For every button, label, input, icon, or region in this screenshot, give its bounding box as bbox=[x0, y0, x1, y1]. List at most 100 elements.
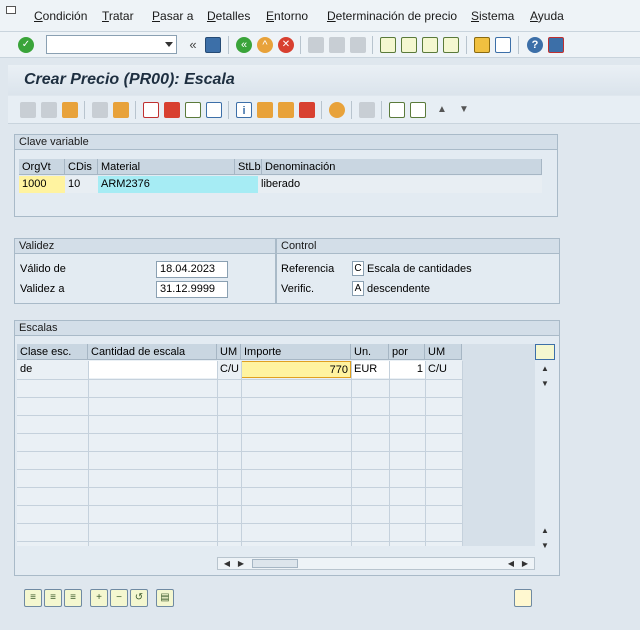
menu-detalles[interactable]: Detalles bbox=[207, 9, 250, 23]
cancel-icon[interactable]: ✕ bbox=[278, 37, 294, 53]
edit-icon[interactable] bbox=[206, 102, 222, 118]
separator bbox=[84, 101, 85, 119]
menu-determinacion-precio[interactable]: Determinación de precio bbox=[327, 9, 457, 23]
clave-variable-group: Clave variable OrgVt CDis Material StLb … bbox=[14, 134, 558, 217]
column-header-un[interactable]: Un. bbox=[351, 344, 389, 360]
menu-entorno[interactable]: Entorno bbox=[266, 9, 308, 23]
gift-icon[interactable] bbox=[164, 102, 180, 118]
customize-layout-icon[interactable] bbox=[548, 37, 564, 53]
un-cell[interactable]: EUR bbox=[351, 361, 389, 378]
deselect-all-button[interactable]: ≡ bbox=[64, 589, 82, 607]
info-icon[interactable]: i bbox=[236, 102, 252, 118]
separator bbox=[466, 36, 467, 54]
cantidad-escala-cell[interactable] bbox=[88, 361, 217, 378]
copy-icon[interactable] bbox=[92, 102, 108, 118]
um-2-cell[interactable]: C/U bbox=[425, 361, 462, 378]
scrollbar-thumb[interactable] bbox=[252, 559, 298, 568]
clipboard-icon[interactable] bbox=[359, 102, 375, 118]
first-page-icon[interactable] bbox=[380, 37, 396, 53]
print-icon[interactable] bbox=[20, 102, 36, 118]
scale-icon[interactable] bbox=[278, 102, 294, 118]
select-block-button[interactable]: ≡ bbox=[44, 589, 62, 607]
por-cell[interactable]: 1 bbox=[389, 361, 425, 378]
print-icon[interactable] bbox=[308, 37, 324, 53]
importe-cell[interactable]: 770 bbox=[241, 361, 351, 378]
referencia-field[interactable]: C bbox=[352, 261, 364, 276]
column-header-cdis[interactable]: CDis bbox=[65, 159, 98, 175]
previous-page-icon[interactable] bbox=[401, 37, 417, 53]
enter-icon[interactable]: ✓ bbox=[18, 37, 34, 53]
column-header-um[interactable]: UM bbox=[217, 344, 241, 360]
column-header-importe[interactable]: Importe bbox=[241, 344, 351, 360]
orgvt-cell[interactable]: 1000 bbox=[19, 176, 65, 193]
material-cell[interactable]: ARM2376 bbox=[98, 176, 258, 193]
scroll-up-icon[interactable]: ▲ bbox=[540, 364, 550, 374]
column-header-um-2[interactable]: UM bbox=[425, 344, 462, 360]
column-header-stlb[interactable]: StLb bbox=[235, 159, 262, 175]
delete-row-button[interactable]: − bbox=[110, 589, 128, 607]
delete-scale-icon[interactable] bbox=[299, 102, 315, 118]
menu-tratar[interactable]: Tratar bbox=[102, 9, 134, 23]
scroll-left-icon[interactable]: ◀ bbox=[222, 559, 232, 569]
scroll-down-icon[interactable]: ▼ bbox=[540, 541, 550, 551]
scroll-down-icon[interactable]: ▼ bbox=[540, 379, 550, 389]
separator bbox=[381, 101, 382, 119]
insert-row-button[interactable]: + bbox=[90, 589, 108, 607]
scroll-right-icon[interactable]: ▶ bbox=[520, 559, 530, 569]
separator bbox=[372, 36, 373, 54]
help-icon[interactable]: ? bbox=[527, 37, 543, 53]
column-header-por[interactable]: por bbox=[389, 344, 425, 360]
find-icon[interactable] bbox=[41, 102, 57, 118]
detail-button[interactable]: ▤ bbox=[156, 589, 174, 607]
cdis-cell[interactable]: 10 bbox=[65, 176, 98, 193]
new-page-button[interactable] bbox=[514, 589, 532, 607]
structure-icon[interactable] bbox=[257, 102, 273, 118]
valid-from-field[interactable]: 18.04.2023 bbox=[156, 261, 228, 278]
last-page-icon[interactable] bbox=[443, 37, 459, 53]
scroll-up-icon[interactable]: ▲ bbox=[540, 526, 550, 536]
next-page-icon[interactable] bbox=[422, 37, 438, 53]
column-header-cantidad-escala[interactable]: Cantidad de escala bbox=[88, 344, 217, 360]
command-field[interactable] bbox=[46, 35, 177, 54]
save-icon[interactable] bbox=[205, 37, 221, 53]
menu-ayuda[interactable]: Ayuda bbox=[530, 9, 564, 23]
verific-field[interactable]: A bbox=[352, 281, 364, 296]
scroll-right-icon[interactable]: ▶ bbox=[236, 559, 246, 569]
previous-record-icon[interactable] bbox=[389, 102, 405, 118]
column-header-clase-esc[interactable]: Clase esc. bbox=[17, 344, 88, 360]
menu-sistema[interactable]: Sistema bbox=[471, 9, 514, 23]
exit-icon[interactable]: ^ bbox=[257, 37, 273, 53]
valid-to-field[interactable]: 31.12.9999 bbox=[156, 281, 228, 298]
column-header-material[interactable]: Material bbox=[98, 159, 235, 175]
clase-esc-cell[interactable]: de bbox=[17, 361, 88, 378]
details-icon[interactable] bbox=[62, 102, 78, 118]
arrow-down-icon[interactable]: ▼ bbox=[456, 102, 472, 118]
menu-pasar-a[interactable]: Pasar a bbox=[152, 9, 193, 23]
back-icon[interactable]: « bbox=[236, 37, 252, 53]
menu-condicion[interactable]: Condición bbox=[34, 9, 87, 23]
column-divider bbox=[241, 361, 242, 546]
list-icon[interactable] bbox=[185, 102, 201, 118]
user-icon[interactable] bbox=[329, 102, 345, 118]
undo-button[interactable]: ↺ bbox=[130, 589, 148, 607]
find-icon[interactable] bbox=[329, 37, 345, 53]
row-divider bbox=[17, 541, 462, 542]
table-settings-icon[interactable] bbox=[535, 344, 555, 360]
chevron-down-icon[interactable] bbox=[165, 42, 173, 47]
separator bbox=[351, 101, 352, 119]
select-all-button[interactable]: ≡ bbox=[24, 589, 42, 607]
um-cell[interactable]: C/U bbox=[217, 361, 241, 378]
new-session-icon[interactable] bbox=[474, 37, 490, 53]
arrow-up-icon[interactable]: ▲ bbox=[434, 102, 450, 118]
collapse-icon[interactable]: « bbox=[185, 37, 201, 53]
shortcut-icon[interactable] bbox=[495, 37, 511, 53]
transfer-icon[interactable] bbox=[113, 102, 129, 118]
scroll-left-icon[interactable]: ◀ bbox=[506, 559, 516, 569]
system-menu-icon[interactable] bbox=[6, 6, 16, 14]
table-icon[interactable] bbox=[143, 102, 159, 118]
column-header-denominacion[interactable]: Denominación bbox=[262, 159, 542, 175]
next-record-icon[interactable] bbox=[410, 102, 426, 118]
column-header-orgvt[interactable]: OrgVt bbox=[19, 159, 65, 175]
find-next-icon[interactable] bbox=[350, 37, 366, 53]
horizontal-scrollbar[interactable]: ◀ ▶ ◀ ▶ bbox=[217, 557, 535, 570]
